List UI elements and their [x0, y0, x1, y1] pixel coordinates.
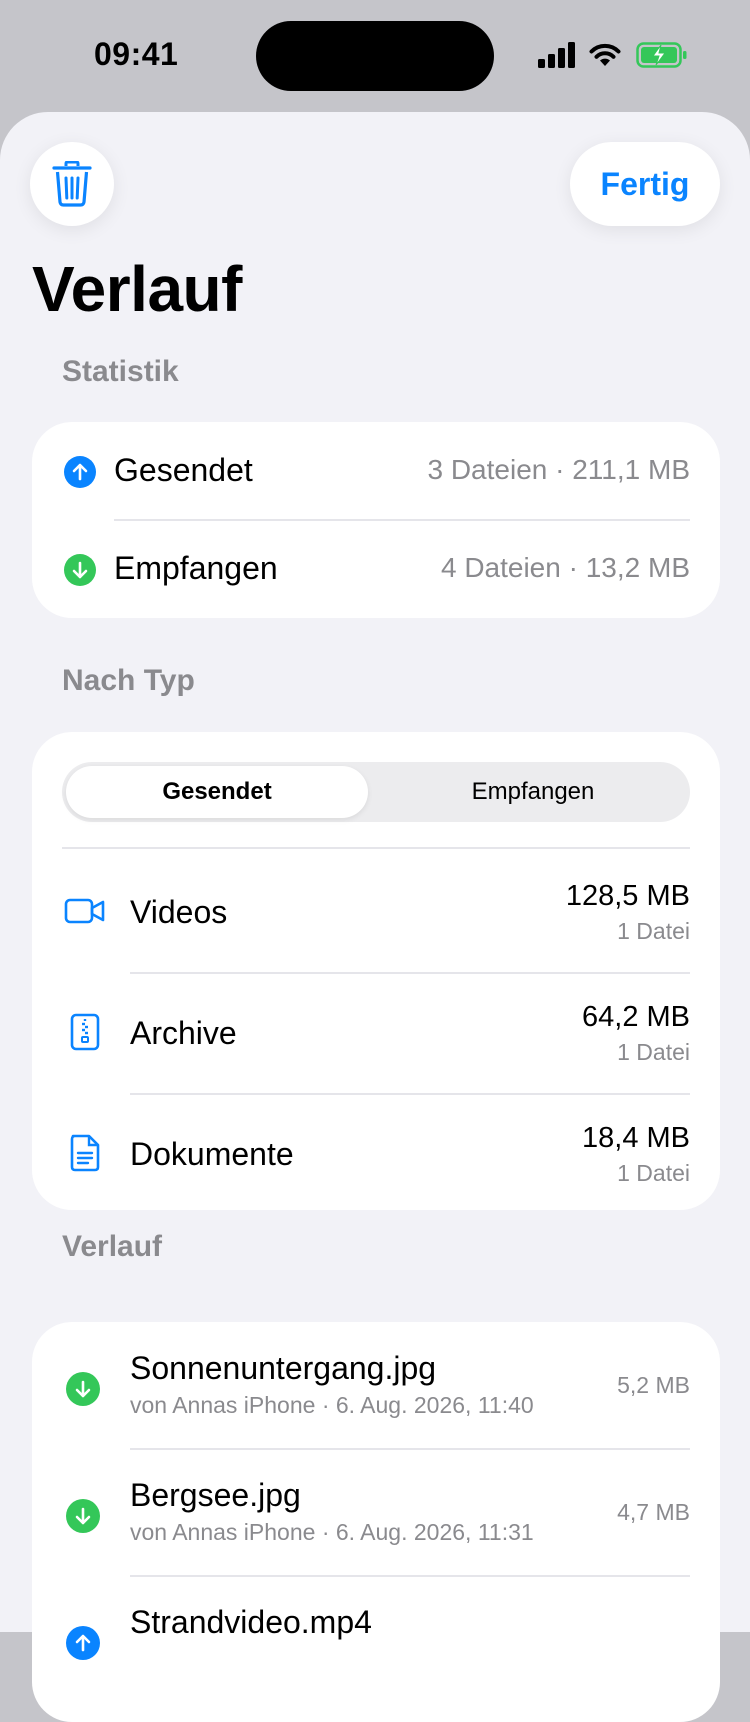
history-item[interactable]: Strandvideo.mp4	[32, 1576, 720, 1702]
file-meta: von Annas iPhone · 6. Aug. 2026, 11:40	[130, 1392, 534, 1418]
stat-label: Gesendet	[114, 452, 253, 488]
document-icon	[70, 1134, 100, 1172]
status-icons	[538, 42, 688, 70]
history-item[interactable]: Sonnenuntergang.jpg von Annas iPhone · 6…	[32, 1322, 720, 1448]
by-type-section-header: Nach Typ	[62, 664, 195, 697]
by-type-card: Gesendet Empfangen Videos 128,5 MB 1 Dat…	[32, 732, 720, 1210]
dynamic-island	[256, 21, 494, 91]
type-size: 128,5 MB	[565, 880, 690, 912]
file-size: 4,7 MB	[617, 1499, 690, 1525]
stat-value: 3 Dateien · 211,1 MB	[427, 454, 690, 485]
type-count: 1 Datei	[617, 1039, 690, 1065]
archive-icon	[70, 1013, 100, 1051]
stats-card: Gesendet 3 Dateien · 211,1 MB Empfangen …	[32, 422, 720, 618]
status-time: 09:41	[94, 36, 179, 72]
type-label: Dokumente	[130, 1136, 294, 1172]
history-card: Sonnenuntergang.jpg von Annas iPhone · 6…	[32, 1322, 720, 1722]
divider	[62, 847, 690, 849]
stat-row-sent: Gesendet 3 Dateien · 211,1 MB	[32, 422, 720, 520]
type-label: Videos	[130, 894, 228, 930]
type-row-documents: Dokumente 18,4 MB 1 Datei	[32, 1094, 720, 1214]
file-size: 5,2 MB	[617, 1372, 690, 1398]
delete-history-button[interactable]	[30, 142, 114, 226]
type-row-archives: Archive 64,2 MB 1 Datei	[32, 973, 720, 1093]
type-row-videos: Videos 128,5 MB 1 Datei	[32, 852, 720, 972]
history-section-header: Verlauf	[62, 1230, 163, 1263]
page-title: Verlauf	[32, 253, 242, 325]
wifi-icon	[589, 43, 621, 66]
file-meta: von Annas iPhone · 6. Aug. 2026, 11:31	[130, 1519, 534, 1545]
direction-segmented-control: Gesendet Empfangen	[62, 762, 690, 822]
battery-charging-icon	[636, 42, 687, 68]
stat-row-received: Empfangen 4 Dateien · 13,2 MB	[32, 520, 720, 618]
stats-section-header: Statistik	[62, 355, 179, 388]
type-count: 1 Datei	[617, 1160, 690, 1186]
arrow-down-icon	[66, 1499, 100, 1533]
segment-sent[interactable]: Gesendet	[66, 766, 368, 818]
stat-label: Empfangen	[114, 550, 278, 586]
arrow-down-icon	[64, 554, 96, 586]
file-name: Bergsee.jpg	[130, 1477, 301, 1513]
video-icon	[64, 898, 105, 924]
stat-value: 4 Dateien · 13,2 MB	[440, 552, 690, 583]
type-count: 1 Datei	[617, 918, 690, 944]
file-name: Strandvideo.mp4	[130, 1604, 372, 1640]
arrow-up-icon	[66, 1626, 100, 1660]
done-button[interactable]: Fertig	[570, 142, 720, 226]
cellular-signal-icon	[538, 42, 575, 68]
trash-icon	[52, 161, 92, 207]
type-size: 18,4 MB	[582, 1122, 690, 1154]
history-item[interactable]: Bergsee.jpg von Annas iPhone · 6. Aug. 2…	[32, 1449, 720, 1575]
arrow-up-icon	[64, 456, 96, 488]
history-sheet: Fertig Verlauf Statistik Gesendet 3 Date…	[0, 112, 750, 1722]
type-size: 64,2 MB	[582, 1001, 690, 1033]
status-bar: 09:41	[0, 0, 750, 112]
arrow-down-icon	[66, 1372, 100, 1406]
file-name: Sonnenuntergang.jpg	[130, 1350, 437, 1386]
segment-received[interactable]: Empfangen	[382, 766, 684, 818]
type-label: Archive	[130, 1015, 237, 1051]
